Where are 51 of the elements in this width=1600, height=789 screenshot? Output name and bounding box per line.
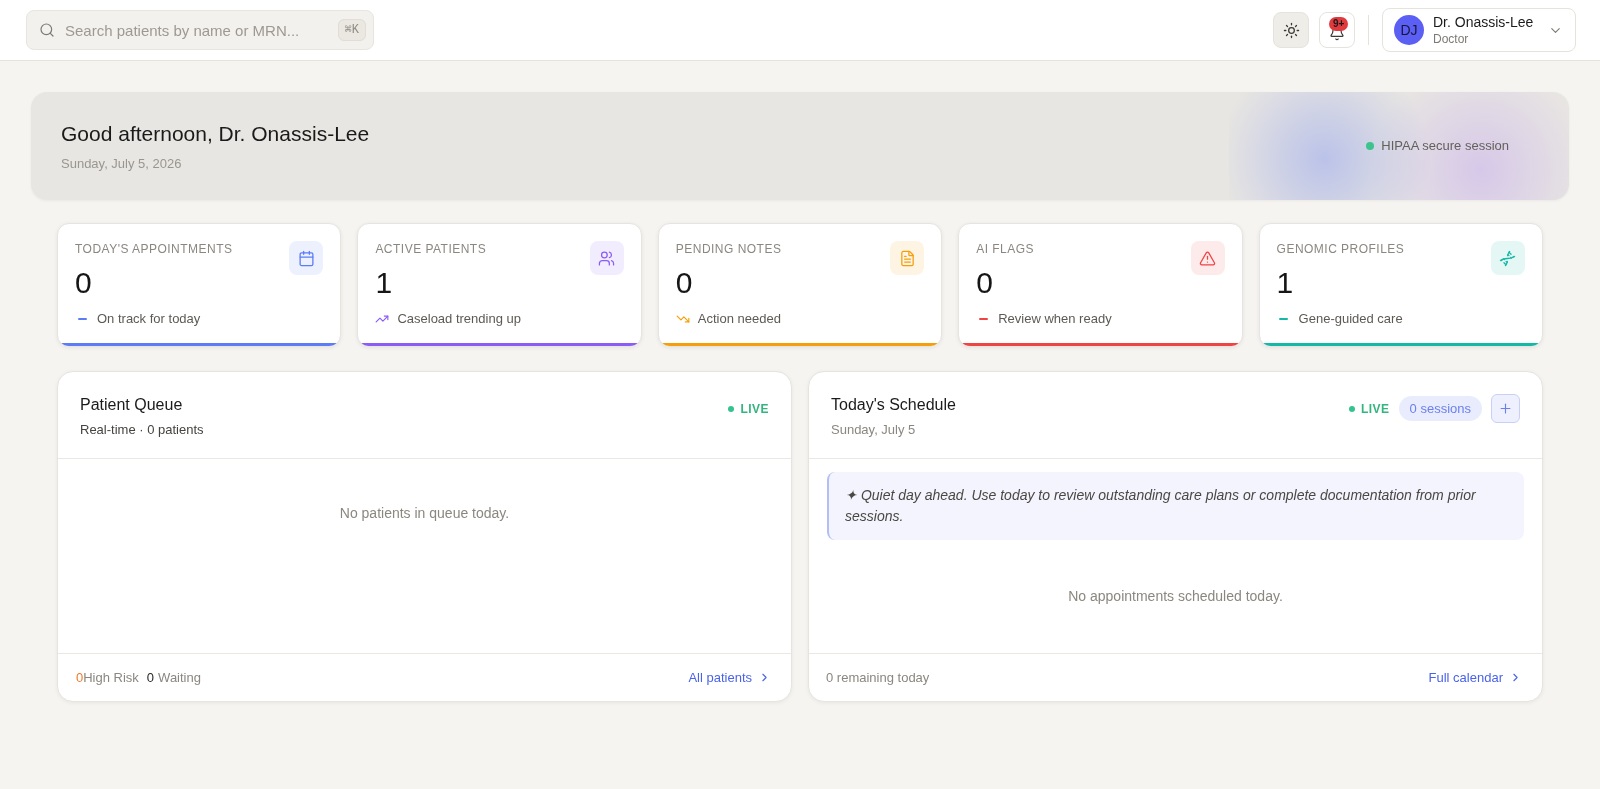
panel-title: Today's Schedule xyxy=(831,395,956,415)
live-label: LIVE xyxy=(1361,400,1390,418)
notification-badge: 9+ xyxy=(1329,17,1349,31)
calendar-icon xyxy=(289,241,324,275)
stat-note: Caseload trending up xyxy=(397,310,521,328)
stat-value: 0 xyxy=(75,268,92,298)
dna-icon xyxy=(1491,241,1525,275)
stat-value: 0 xyxy=(976,268,993,298)
stat-note: Gene-guided care xyxy=(1298,310,1403,328)
stat-value: 0 xyxy=(675,268,693,298)
panel-subtitle: Real-time · 0 patients xyxy=(80,421,204,439)
stat-label: PENDING NOTES xyxy=(675,241,782,257)
panel-title: Patient Queue xyxy=(80,395,183,415)
remaining-text: 0 remaining today xyxy=(826,668,930,687)
theme-toggle-button[interactable] xyxy=(1273,12,1309,48)
stat-note: Action needed xyxy=(697,310,781,328)
full-calendar-link[interactable]: Full calendar xyxy=(1428,667,1522,688)
dash-icon xyxy=(1279,318,1289,320)
empty-message: No appointments scheduled today. xyxy=(1068,587,1283,605)
live-label: LIVE xyxy=(740,400,769,418)
stat-note: Review when ready xyxy=(998,310,1112,328)
sessions-count: 0 sessions xyxy=(1398,396,1482,421)
warning-icon xyxy=(1190,241,1225,275)
greeting-title: Good afternoon, Dr. Onassis-Lee xyxy=(61,120,370,147)
dash-icon xyxy=(978,318,988,320)
high-risk-label: High Risk xyxy=(83,668,139,687)
sun-icon xyxy=(1282,21,1300,39)
stat-label: GENOMIC PROFILES xyxy=(1276,241,1405,257)
search-icon xyxy=(39,22,55,38)
date-text: Sunday, July 5, 2026 xyxy=(61,155,182,172)
all-patients-link[interactable]: All patients xyxy=(688,667,771,688)
stat-label: ACTIVE PATIENTS xyxy=(375,241,487,257)
stat-note: On track for today xyxy=(97,310,201,328)
notifications-button[interactable]: 9+ xyxy=(1319,12,1355,48)
stat-value: 1 xyxy=(375,268,393,298)
waiting-count: 0 xyxy=(146,668,155,687)
empty-message: No patients in queue today. xyxy=(339,504,510,522)
stat-value: 1 xyxy=(1276,268,1294,298)
avatar: DJ xyxy=(1394,15,1424,45)
session-status: HIPAA secure session xyxy=(1381,137,1509,156)
plus-icon xyxy=(1498,401,1513,416)
tip-callout: ✦ Quiet day ahead. Use today to review outstanding care plans or complete documentation from prior sessions. xyxy=(827,472,1524,540)
high-risk-count: 0 xyxy=(76,668,84,687)
stat-label: TODAY'S APPOINTMENTS xyxy=(75,241,233,257)
stat-label: AI FLAGS xyxy=(976,241,1035,257)
people-icon xyxy=(589,241,624,275)
panel-subtitle: Sunday, July 5 xyxy=(831,421,916,439)
waiting-label: Waiting xyxy=(158,668,201,687)
user-menu-button[interactable]: DJ Dr. Onassis-Lee Doctor xyxy=(1382,8,1576,52)
dash-icon xyxy=(77,318,87,320)
document-icon xyxy=(890,241,925,275)
